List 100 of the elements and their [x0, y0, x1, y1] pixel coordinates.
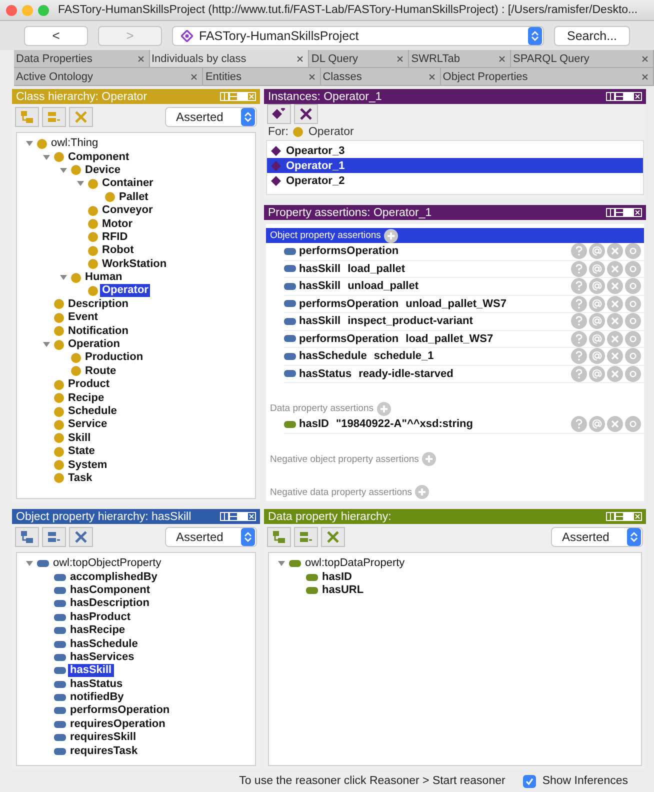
tab[interactable]: Classes — [320, 68, 441, 85]
close-icon[interactable] — [308, 74, 315, 80]
tree-item[interactable]: Conveyor — [100, 204, 155, 218]
tree-item[interactable]: requiresOperation — [68, 718, 168, 731]
tree-item[interactable]: hasStatus — [68, 678, 125, 691]
search-button[interactable]: Search... — [554, 26, 630, 46]
mode-select[interactable]: Asserted — [165, 527, 257, 547]
tree-item[interactable]: Production — [83, 351, 146, 364]
tree-item[interactable]: hasProduct — [68, 610, 133, 624]
ontology-select[interactable]: FASTory-HumanSkillsProject — [172, 26, 544, 46]
annotate-button[interactable] — [589, 278, 605, 294]
annotate-button[interactable] — [589, 348, 605, 364]
help-button[interactable] — [571, 416, 587, 432]
edit-button[interactable] — [625, 243, 641, 260]
annotate-button[interactable] — [589, 313, 605, 330]
tool-button[interactable] — [15, 527, 39, 547]
section-header[interactable]: Object property assertions — [266, 228, 644, 243]
tree-item[interactable]: Service — [66, 418, 110, 432]
delete-individual-button[interactable] — [294, 104, 318, 124]
window-zoom-icon[interactable] — [38, 4, 49, 16]
tree-item[interactable]: hasDescription — [68, 597, 152, 610]
expand-triangle-icon[interactable] — [76, 180, 84, 188]
expand-triangle-icon[interactable] — [278, 560, 284, 568]
tree-item[interactable]: Human — [83, 271, 124, 284]
window-close-icon[interactable] — [6, 4, 17, 16]
help-button[interactable] — [571, 260, 587, 277]
tree-item[interactable]: WorkStation — [100, 258, 169, 271]
tree-item[interactable]: Motor — [100, 218, 135, 231]
help-button[interactable] — [571, 313, 587, 330]
tree-item[interactable]: Container — [100, 177, 156, 190]
tree-item[interactable]: hasID — [320, 570, 354, 584]
annotate-button[interactable] — [589, 260, 605, 277]
close-icon[interactable] — [428, 74, 435, 80]
help-button[interactable] — [571, 366, 587, 382]
tree-item[interactable]: owl:topObjectProperty — [51, 557, 164, 570]
delete-button[interactable] — [607, 416, 623, 432]
expand-triangle-icon[interactable] — [42, 341, 50, 348]
expand-triangle-icon[interactable] — [42, 154, 50, 161]
tool-button[interactable] — [267, 527, 291, 547]
tree-item[interactable]: performsOperation — [68, 704, 172, 718]
section-header[interactable]: Negative data property assertions — [266, 484, 644, 500]
annotate-button[interactable] — [589, 243, 605, 260]
panel-controls-icon[interactable] — [606, 92, 642, 101]
delete-button[interactable] — [607, 296, 623, 312]
tree-item[interactable]: accomplishedBy — [68, 570, 160, 584]
tree-item[interactable]: requiresSkill — [68, 731, 138, 744]
tool-button[interactable] — [321, 527, 345, 547]
help-button[interactable] — [571, 330, 587, 347]
close-icon[interactable] — [191, 74, 198, 80]
expand-triangle-icon[interactable] — [26, 560, 32, 568]
tree-item[interactable]: Schedule — [66, 405, 119, 418]
tree-item[interactable]: hasSchedule — [68, 638, 140, 651]
add-icon[interactable] — [384, 228, 398, 242]
tab[interactable]: Data Properties — [14, 50, 150, 67]
annotate-button[interactable] — [589, 330, 605, 347]
tree-item[interactable]: Pallet — [117, 190, 150, 204]
delete-button[interactable] — [607, 330, 623, 347]
tree-item[interactable]: hasComponent — [68, 584, 152, 597]
help-button[interactable] — [571, 296, 587, 312]
tree-item[interactable]: Route — [83, 364, 118, 378]
edit-button[interactable] — [625, 348, 641, 364]
delete-button[interactable] — [607, 348, 623, 364]
mode-select[interactable]: Asserted — [551, 527, 643, 547]
tree-item[interactable]: Skill — [66, 432, 93, 445]
tool-button[interactable] — [69, 527, 93, 547]
window-minimize-icon[interactable] — [22, 4, 33, 16]
back-button[interactable]: < — [24, 26, 88, 46]
tree-item[interactable]: owl:Thing — [49, 137, 100, 150]
delete-button[interactable] — [607, 278, 623, 294]
panel-controls-icon[interactable] — [606, 208, 642, 217]
delete-button[interactable] — [607, 366, 623, 382]
close-icon[interactable] — [642, 74, 648, 80]
close-icon[interactable] — [297, 56, 304, 62]
tree-item[interactable]: RFID — [100, 230, 130, 244]
delete-button[interactable] — [607, 260, 623, 277]
tree-item[interactable]: Robot — [100, 244, 136, 258]
edit-button[interactable] — [625, 260, 641, 277]
show-inferences-checkbox[interactable]: Show Inferences — [523, 774, 628, 788]
close-icon[interactable] — [499, 56, 505, 62]
panel-controls-icon[interactable] — [220, 512, 256, 521]
tree-item[interactable]: requiresTask — [68, 744, 140, 758]
expand-triangle-icon[interactable] — [60, 274, 66, 282]
section-header[interactable]: Data property assertions — [266, 401, 644, 416]
tab[interactable]: Object Properties — [440, 68, 654, 85]
tree-item[interactable]: hasURL — [320, 584, 366, 597]
annotate-button[interactable] — [589, 416, 605, 432]
help-button[interactable] — [571, 278, 587, 294]
instance-item[interactable]: Operator_1 — [267, 158, 643, 173]
close-icon[interactable] — [397, 56, 404, 62]
tree-item[interactable]: Operation — [66, 338, 122, 352]
tree-item[interactable]: Task — [66, 472, 94, 485]
close-icon[interactable] — [642, 56, 648, 62]
tool-button[interactable] — [15, 107, 39, 127]
tree-item[interactable]: Operator — [100, 284, 150, 298]
tree-item[interactable]: Recipe — [66, 392, 106, 405]
tree-item[interactable]: System — [66, 458, 110, 472]
delete-button[interactable] — [607, 313, 623, 330]
tab[interactable]: DL Query — [309, 50, 410, 67]
tree-item[interactable]: Event — [66, 311, 100, 324]
annotate-button[interactable] — [589, 366, 605, 382]
